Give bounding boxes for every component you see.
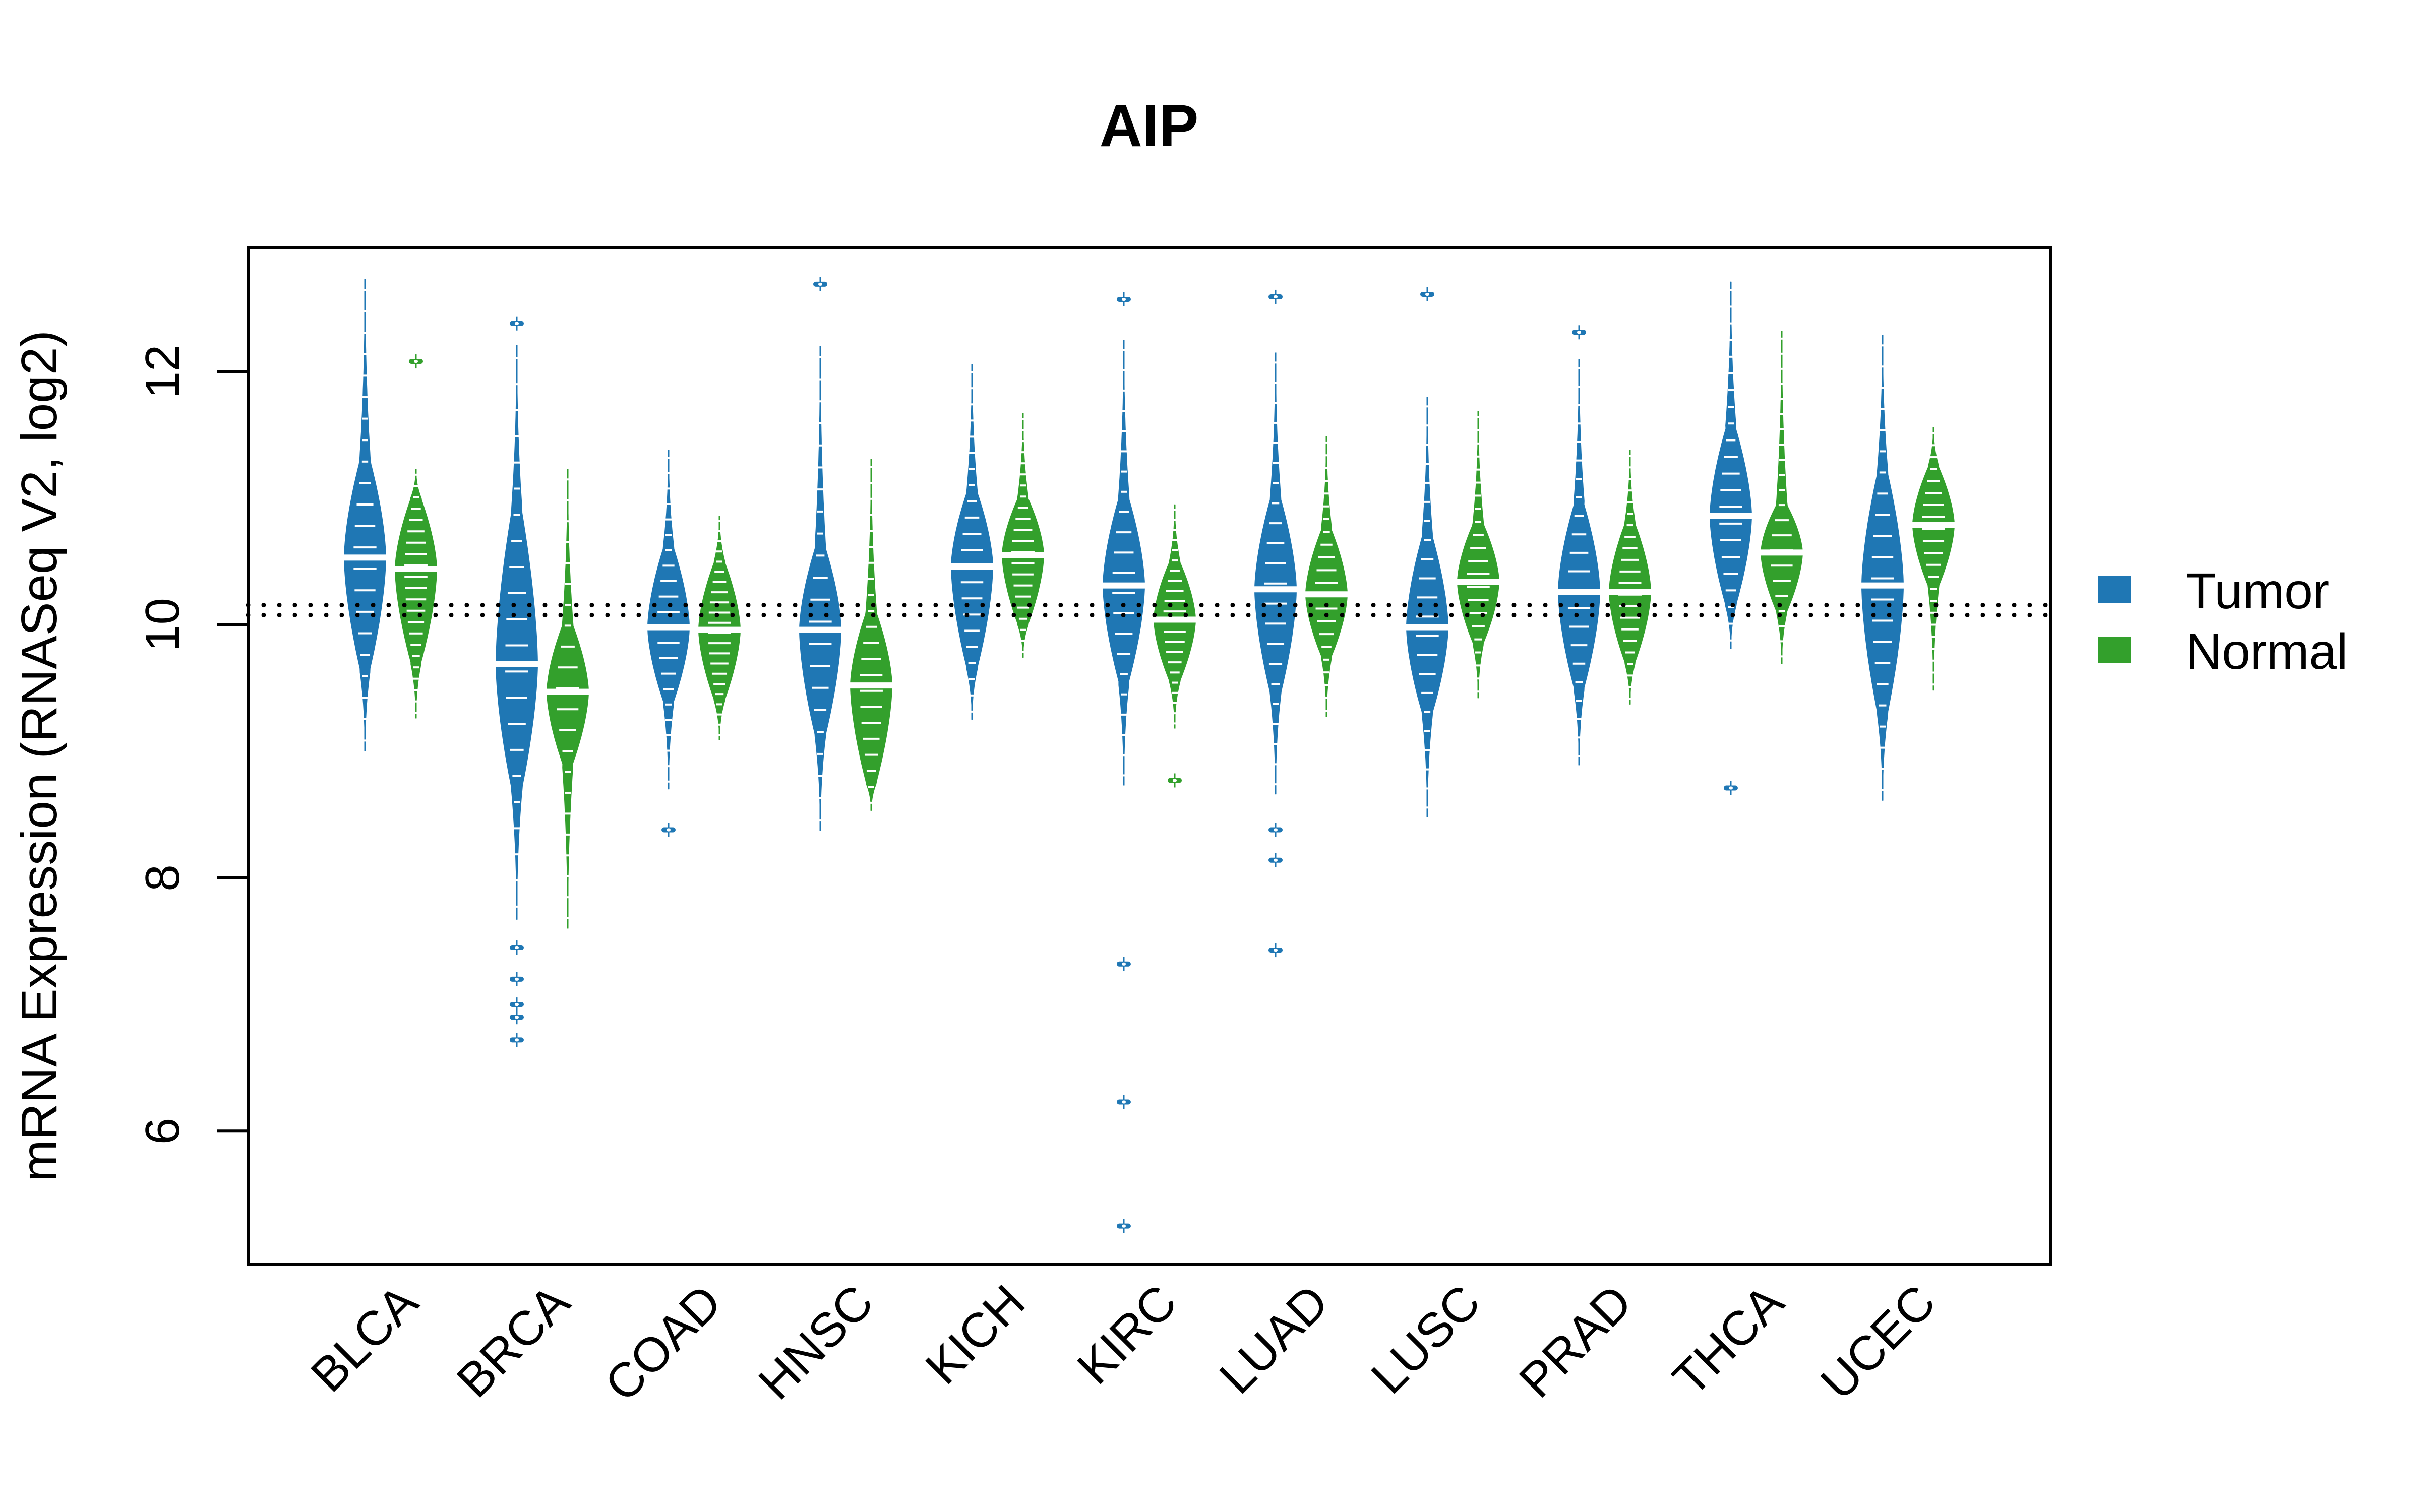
outlier-center xyxy=(1577,331,1581,334)
plot-area xyxy=(246,277,2053,1233)
violin-normal-kich xyxy=(1000,413,1046,658)
violin-normal-blca xyxy=(393,354,439,719)
outlier-center xyxy=(1425,292,1429,296)
legend-label-tumor: Tumor xyxy=(2186,563,2329,619)
violin-normal-kirc xyxy=(1152,504,1198,788)
outlier-center xyxy=(1274,295,1278,298)
legend-swatch-tumor xyxy=(2098,576,2131,603)
violin-tumor-thca xyxy=(1708,281,1754,795)
beanplot-chart: AIP 6 8 10 12 BLCA BRCA COAD HNSC KICH KIRC LUAD L… xyxy=(11,93,2348,1412)
outlier-center xyxy=(1122,1224,1126,1228)
violins xyxy=(342,277,1957,1233)
x-tick-label: KIRC xyxy=(1067,1275,1187,1395)
legend-swatch-normal xyxy=(2098,637,2131,663)
outlier-center xyxy=(515,1038,519,1042)
violin-tumor-lusc xyxy=(1404,287,1450,817)
x-tick-label: BRCA xyxy=(447,1275,580,1408)
violin-tumor-kich xyxy=(949,364,995,720)
violin-normal-brca xyxy=(544,469,591,929)
violin-tumor-blca xyxy=(342,279,388,751)
y-axis: 6 8 10 12 xyxy=(136,345,248,1145)
x-tick-label: BLCA xyxy=(300,1275,428,1402)
x-tick-label: THCA xyxy=(1663,1275,1794,1406)
x-tick-label: PRAD xyxy=(1509,1275,1642,1408)
violin-tumor-ucec xyxy=(1859,335,1906,801)
outlier-center xyxy=(515,1016,519,1019)
violin-tumor-coad xyxy=(645,450,692,837)
y-tick-label: 6 xyxy=(136,1118,190,1145)
y-tick-label: 10 xyxy=(136,598,190,652)
x-tick-label: UCEC xyxy=(1810,1275,1946,1410)
violin-normal-hnsc xyxy=(848,459,894,811)
violin-normal-lusc xyxy=(1455,411,1501,699)
legend-label-normal: Normal xyxy=(2186,623,2348,680)
chart-title: AIP xyxy=(1100,93,1199,159)
outlier-center xyxy=(1173,779,1177,782)
violin-normal-prad xyxy=(1607,450,1653,705)
violin-tumor-luad xyxy=(1252,289,1299,958)
violin-normal-luad xyxy=(1303,436,1350,717)
violin-tumor-prad xyxy=(1556,325,1602,766)
outlier-center xyxy=(414,360,418,363)
outlier-center xyxy=(515,322,519,325)
x-axis: BLCA BRCA COAD HNSC KICH KIRC LUAD LUSC PRAD THCA… xyxy=(300,1275,1946,1412)
outlier-center xyxy=(1274,858,1278,862)
y-axis-label: mRNA Expression (RNASeq V2, log2) xyxy=(11,330,68,1182)
outlier-center xyxy=(515,946,519,950)
outlier-center xyxy=(1122,297,1126,301)
x-tick-label: LUSC xyxy=(1361,1275,1491,1404)
outlier-center xyxy=(667,828,671,832)
outlier-center xyxy=(818,282,822,286)
violin-tumor-brca xyxy=(494,316,540,1047)
x-tick-label: LUAD xyxy=(1209,1275,1339,1404)
x-tick-label: KICH xyxy=(916,1275,1036,1395)
x-tick-label: HNSC xyxy=(748,1275,883,1410)
violin-tumor-kirc xyxy=(1101,292,1147,1233)
y-tick-label: 12 xyxy=(136,345,190,399)
legend: Tumor Normal xyxy=(2098,563,2348,680)
outlier-center xyxy=(515,977,519,981)
outlier-center xyxy=(1729,786,1733,790)
violin-normal-coad xyxy=(696,516,743,740)
violin-tumor-hnsc xyxy=(797,277,843,831)
outlier-center xyxy=(515,1003,519,1006)
outlier-center xyxy=(1122,962,1126,966)
y-tick-label: 8 xyxy=(136,864,190,891)
outlier-center xyxy=(1274,828,1278,832)
violin-normal-ucec xyxy=(1910,427,1957,691)
outlier-center xyxy=(1122,1100,1126,1104)
x-tick-label: COAD xyxy=(595,1275,732,1412)
outlier-center xyxy=(1274,949,1278,952)
